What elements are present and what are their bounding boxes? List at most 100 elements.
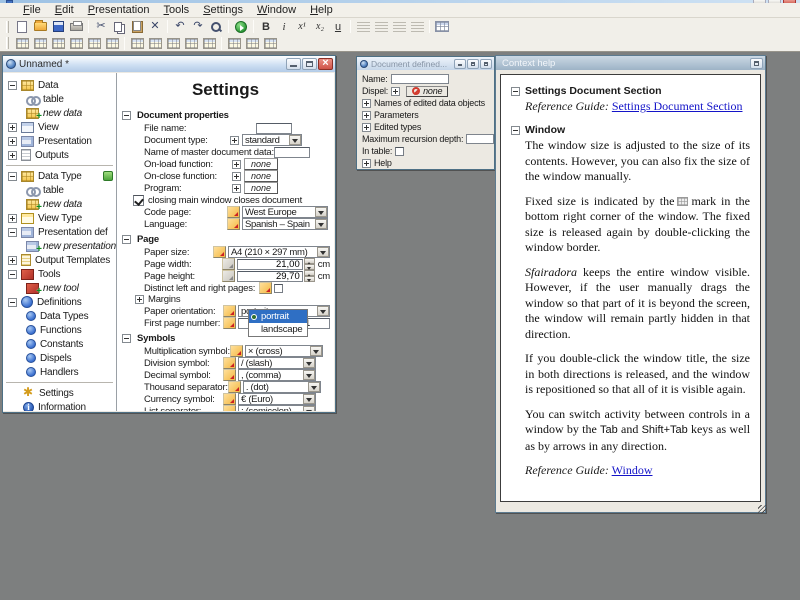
dialog-row-names-of-edited[interactable]: Names of edited data objects (357, 97, 494, 109)
close-button[interactable] (318, 58, 333, 70)
table-tool-button[interactable] (225, 36, 243, 51)
expander-plus-icon[interactable] (232, 184, 241, 193)
currency-combo[interactable]: € (Euro) (238, 393, 316, 405)
inherit-override-button[interactable] (223, 405, 236, 411)
dialog-titlebar[interactable]: Document defined... (357, 57, 494, 70)
section-document-properties[interactable]: Document properties (117, 109, 334, 122)
help-section-settings[interactable]: Settings Document Section (511, 85, 750, 97)
chevron-down-icon[interactable] (303, 370, 315, 380)
expander-minus-icon[interactable] (122, 235, 131, 244)
expander-plus-icon[interactable] (8, 256, 17, 265)
print-button[interactable] (67, 19, 85, 34)
page-height-input[interactable] (237, 271, 303, 282)
chevron-down-icon[interactable] (303, 394, 315, 404)
chevron-down-icon[interactable] (315, 207, 327, 217)
expander-plus-icon[interactable] (232, 160, 241, 169)
undo-button[interactable]: ↶ (171, 19, 189, 34)
code-page-combo[interactable]: West Europe (242, 206, 328, 218)
inherit-override-button[interactable] (213, 246, 226, 258)
save-button[interactable] (49, 19, 67, 34)
decimal-combo[interactable]: , (comma) (238, 369, 316, 381)
cut-button[interactable]: ✂ (92, 19, 110, 34)
tree-item-view[interactable]: View (3, 120, 116, 134)
expander-minus-icon[interactable] (122, 334, 131, 343)
expander-minus-icon[interactable] (511, 126, 520, 135)
chevron-down-icon[interactable] (317, 306, 329, 316)
inherit-override-button[interactable] (223, 357, 236, 369)
tree-item-presentation[interactable]: Presentation (3, 134, 116, 148)
toolbar-grip[interactable] (6, 21, 9, 33)
bold-button[interactable]: B (257, 19, 275, 34)
program-none-button[interactable]: none (244, 182, 278, 194)
tree-item-new-tool[interactable]: new tool (3, 281, 116, 295)
file-name-input[interactable] (256, 123, 292, 134)
tree-item-dispels[interactable]: Dispels (3, 351, 116, 365)
toolbar-grip[interactable] (6, 37, 9, 49)
tree-item-table[interactable]: table (3, 183, 116, 197)
restore-button[interactable] (467, 59, 479, 69)
paper-size-combo[interactable]: A4 (210 × 297 mm) (228, 246, 330, 258)
expander-plus-icon[interactable] (362, 99, 371, 108)
copy-button[interactable] (110, 19, 128, 34)
closing-document-checkbox[interactable] (133, 195, 144, 206)
tree-item-table[interactable]: table (3, 92, 116, 106)
zoom-button[interactable] (207, 19, 225, 34)
thousand-combo[interactable]: . (dot) (243, 381, 321, 393)
chevron-down-icon[interactable] (303, 406, 315, 411)
table-tool-button[interactable] (128, 36, 146, 51)
align-center-button[interactable] (372, 19, 390, 34)
chevron-down-icon[interactable] (308, 382, 320, 392)
language-combo[interactable]: Spanish – Spain (242, 218, 328, 230)
inherit-override-button[interactable] (223, 317, 236, 329)
inherit-override-button[interactable] (259, 282, 272, 294)
subscript-button[interactable]: x₂ (311, 19, 329, 34)
new-document-button[interactable] (13, 19, 31, 34)
maximize-button[interactable] (302, 58, 317, 70)
expander-plus-icon[interactable] (135, 295, 144, 304)
tree-item-presentation-def[interactable]: Presentation def (3, 225, 116, 239)
max-recursion-input[interactable] (466, 134, 494, 144)
chevron-down-icon[interactable] (310, 346, 322, 356)
tree-item-definitions[interactable]: Definitions (3, 295, 116, 309)
dialog-row-parameters[interactable]: Parameters (357, 109, 494, 121)
expander-minus-icon[interactable] (8, 228, 17, 237)
inherit-override-button[interactable] (227, 206, 240, 218)
tree-item-data-types[interactable]: Data Types (3, 309, 116, 323)
section-page[interactable]: Page (117, 233, 334, 246)
document-type-combo[interactable]: standard (242, 134, 302, 146)
page-height-stepper[interactable] (304, 270, 315, 282)
inherit-override-button[interactable] (223, 369, 236, 381)
expander-plus-icon[interactable] (8, 151, 17, 160)
inherit-override-button[interactable] (228, 381, 241, 393)
table-tool-button[interactable] (243, 36, 261, 51)
table-tool-button[interactable] (103, 36, 121, 51)
table-tool-button[interactable] (182, 36, 200, 51)
in-table-checkbox[interactable] (395, 147, 404, 156)
inherit-override-button[interactable] (223, 305, 236, 317)
chevron-down-icon[interactable] (289, 135, 301, 145)
tree-item-constants[interactable]: Constants (3, 337, 116, 351)
table-tool-button[interactable] (164, 36, 182, 51)
minimize-button[interactable] (454, 59, 466, 69)
tree-item-data[interactable]: Data (3, 78, 116, 92)
expander-plus-icon[interactable] (232, 172, 241, 181)
tree-item-new-data[interactable]: new data (3, 197, 116, 211)
align-right-button[interactable] (390, 19, 408, 34)
menu-file[interactable]: File (16, 4, 48, 16)
tree-item-data-type[interactable]: Data Type (3, 169, 116, 183)
align-justify-button[interactable] (408, 19, 426, 34)
table-tool-button[interactable] (49, 36, 67, 51)
align-left-button[interactable] (354, 19, 372, 34)
dialog-row-help[interactable]: Help (357, 157, 494, 169)
insert-data-object-button[interactable] (232, 19, 250, 34)
expander-minus-icon[interactable] (8, 270, 17, 279)
settings-document-section-link[interactable]: Settings Document Section (612, 99, 743, 113)
close-button[interactable] (750, 58, 763, 69)
chevron-down-icon[interactable] (315, 219, 327, 229)
expander-plus-icon[interactable] (362, 159, 371, 168)
open-button[interactable] (31, 19, 49, 34)
expander-minus-icon[interactable] (8, 298, 17, 307)
tree-item-information[interactable]: Information (3, 400, 116, 411)
expander-plus-icon[interactable] (8, 123, 17, 132)
master-document-input[interactable] (274, 147, 310, 158)
